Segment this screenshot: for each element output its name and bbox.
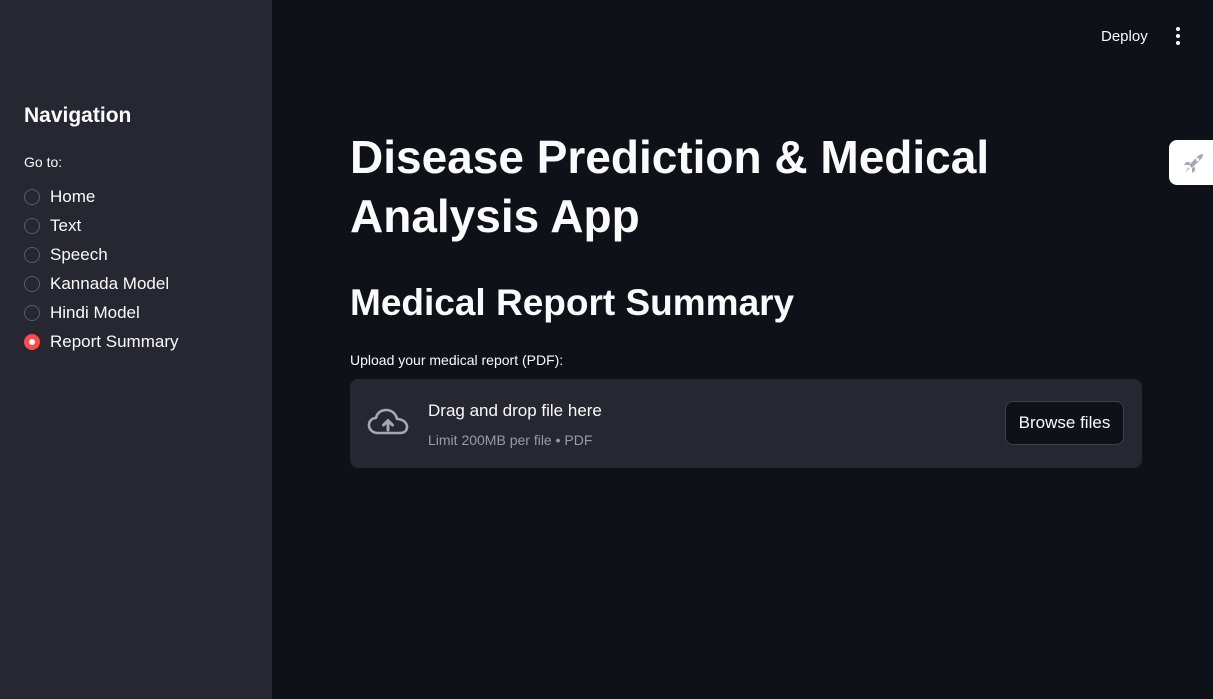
file-dropzone[interactable]: Drag and drop file here Limit 200MB per … bbox=[350, 379, 1142, 468]
radio-option-speech[interactable]: Speech bbox=[24, 240, 178, 269]
section-title: Medical Report Summary bbox=[350, 282, 795, 323]
radio-option-label: Hindi Model bbox=[50, 302, 140, 322]
radio-button[interactable] bbox=[24, 304, 40, 321]
radio-button[interactable] bbox=[24, 246, 40, 263]
radio-option-label: Report Summary bbox=[50, 331, 179, 351]
dropzone-instructions: Drag and drop file here bbox=[428, 401, 602, 420]
radio-option-label: Speech bbox=[50, 244, 108, 264]
radio-option-report-summary[interactable]: Report Summary bbox=[24, 327, 178, 356]
file-uploader-label: Upload your medical report (PDF): bbox=[350, 352, 564, 368]
page-title: Disease Prediction & Medical Analysis Ap… bbox=[350, 131, 990, 242]
sidebar-title: Navigation bbox=[24, 104, 132, 127]
radio-group-label: Go to: bbox=[24, 154, 63, 170]
deploy-button[interactable]: Deploy bbox=[1092, 22, 1157, 50]
radio-option-kannada-model[interactable]: Kannada Model bbox=[24, 269, 178, 298]
rocket-side-tab[interactable] bbox=[1169, 140, 1213, 185]
browse-files-button[interactable]: Browse files bbox=[1005, 401, 1124, 445]
main-menu-button[interactable] bbox=[1166, 22, 1190, 50]
radio-button-selected[interactable] bbox=[24, 333, 40, 350]
radio-option-label: Text bbox=[50, 215, 82, 235]
vertical-ellipsis-dot bbox=[1176, 34, 1180, 38]
cloud-upload-icon bbox=[367, 408, 409, 435]
sidebar: Navigation Go to: Home Text Speech Kanna… bbox=[0, 0, 272, 699]
radio-button[interactable] bbox=[24, 275, 40, 292]
radio-option-label: Kannada Model bbox=[50, 273, 170, 293]
radio-button[interactable] bbox=[24, 217, 40, 234]
app-root: Navigation Go to: Home Text Speech Kanna… bbox=[0, 0, 1213, 699]
vertical-ellipsis-icon bbox=[1176, 27, 1180, 31]
navigation-radio-group: Home Text Speech Kannada Model Hindi Mod… bbox=[24, 182, 178, 356]
radio-option-label: Home bbox=[50, 186, 96, 206]
radio-option-home[interactable]: Home bbox=[24, 182, 178, 211]
rocket-icon bbox=[1184, 153, 1203, 173]
radio-option-hindi-model[interactable]: Hindi Model bbox=[24, 298, 178, 327]
file-limit-text: Limit 200MB per file • PDF bbox=[428, 432, 593, 448]
radio-option-text[interactable]: Text bbox=[24, 211, 178, 240]
vertical-ellipsis-dot bbox=[1176, 41, 1180, 45]
radio-button[interactable] bbox=[24, 188, 40, 205]
